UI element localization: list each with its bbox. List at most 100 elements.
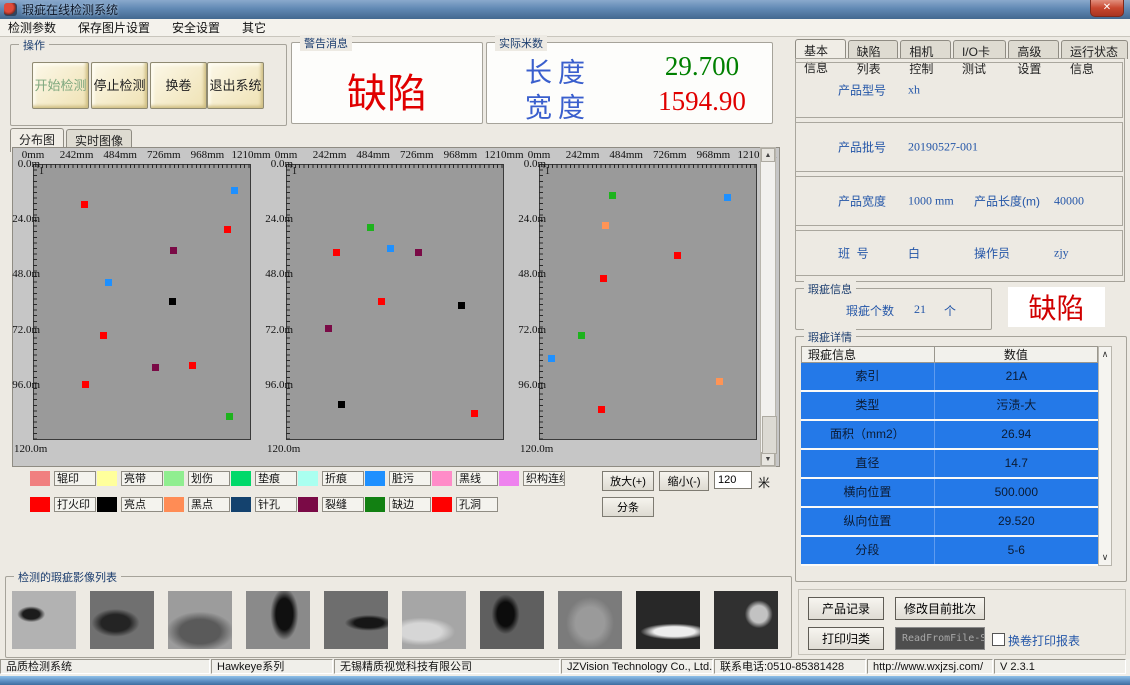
legend-label-划伤: 划伤	[188, 471, 230, 486]
op-button-3[interactable]: 退出系统	[207, 62, 264, 109]
menu-item-1[interactable]: 保存图片设置	[78, 19, 150, 36]
plot-scrollbar[interactable]: ▲▼	[760, 147, 776, 467]
defect-point[interactable]	[152, 364, 159, 371]
defect-point[interactable]	[325, 325, 332, 332]
print-report-checkbox[interactable]	[992, 633, 1005, 646]
defect-thumbnail-7[interactable]	[480, 591, 544, 649]
defect-point[interactable]	[82, 381, 89, 388]
tab-高级设置[interactable]: 高级设置	[1008, 40, 1059, 59]
defect-point[interactable]	[609, 192, 616, 199]
tab-运行状态信息[interactable]: 运行状态信息	[1061, 40, 1128, 59]
scroll-up-icon[interactable]: ▲	[761, 148, 775, 162]
table-row[interactable]: 类型污渍-大	[801, 392, 1098, 421]
defect-point[interactable]	[387, 245, 394, 252]
table-row[interactable]: 索引21A	[801, 363, 1098, 392]
defect-point[interactable]	[231, 187, 238, 194]
y-axis-label: 96.0m	[0, 379, 40, 391]
y-axis-label: 0.0m	[502, 158, 546, 170]
menu-item-3[interactable]: 其它	[242, 19, 266, 36]
defect-thumbnail-5[interactable]	[324, 591, 388, 649]
defect-thumbnail-9[interactable]	[636, 591, 700, 649]
modify-batch-button[interactable]: 修改目前批次	[895, 597, 985, 620]
field-value-产品批号: 20190527-001	[908, 140, 978, 155]
warning-group-title: 警告消息	[300, 35, 352, 51]
table-row[interactable]: 面积（mm2）26.94	[801, 421, 1098, 450]
table-cell-value: 5-6	[935, 537, 1098, 564]
defect-point[interactable]	[170, 247, 177, 254]
info-box-2: 产品宽度1000 mm产品长度(m)40000	[795, 176, 1123, 226]
defect-thumbnail-1[interactable]	[12, 591, 76, 649]
tab-相机控制[interactable]: 相机控制	[900, 40, 951, 59]
table-row[interactable]: 横向位置500.000	[801, 479, 1098, 508]
defect-thumbnail-10[interactable]	[714, 591, 778, 649]
defect-point[interactable]	[81, 201, 88, 208]
y-axis-label: 48.0m	[0, 268, 40, 280]
zoom-out-button[interactable]: 缩小(-)	[659, 471, 709, 491]
defect-point[interactable]	[415, 249, 422, 256]
defect-point[interactable]	[367, 224, 374, 231]
defect-point[interactable]	[724, 194, 731, 201]
defect-point[interactable]	[189, 362, 196, 369]
read-from-file-button[interactable]: ReadFromFile-SIM	[895, 627, 985, 650]
defect-thumbnail-3[interactable]	[168, 591, 232, 649]
taskbar-strip	[0, 676, 1130, 685]
op-button-1[interactable]: 停止检测	[91, 62, 148, 109]
right-panel-tabs: 基本信息缺陷列表相机控制I/O卡测试高级设置运行状态信息	[795, 40, 1130, 59]
close-icon[interactable]: ✕	[1090, 0, 1124, 17]
menu-item-0[interactable]: 检测参数	[8, 19, 56, 36]
legend-swatch-缺边	[365, 497, 385, 512]
defect-thumbnail-2[interactable]	[90, 591, 154, 649]
x-axis-label: 726mm	[653, 149, 687, 161]
tab-I/O卡测试[interactable]: I/O卡测试	[953, 40, 1006, 59]
defect-point[interactable]	[458, 302, 465, 309]
defect-point[interactable]	[333, 249, 340, 256]
table-scroll-down-icon[interactable]: ∨	[1099, 551, 1111, 564]
print-class-button[interactable]: 打印归类	[808, 627, 884, 650]
defect-thumbnail-4[interactable]	[246, 591, 310, 649]
table-scrollbar[interactable]: ∧ ∨	[1098, 346, 1112, 566]
op-button-2[interactable]: 换卷	[150, 62, 207, 109]
product-record-button[interactable]: 产品记录	[808, 597, 884, 620]
defect-point[interactable]	[600, 275, 607, 282]
tab-缺陷列表[interactable]: 缺陷列表	[848, 40, 899, 59]
legend-label-针孔: 针孔	[255, 497, 297, 512]
defect-point[interactable]	[674, 252, 681, 259]
menu-item-2[interactable]: 安全设置	[172, 19, 220, 36]
defect-point[interactable]	[226, 413, 233, 420]
y-axis-label: 120.0m	[520, 443, 553, 455]
defect-point[interactable]	[602, 222, 609, 229]
y-axis-label: 120.0m	[14, 443, 47, 455]
meter-row-0: 长度29.700	[487, 51, 772, 85]
scrollbar-thumb[interactable]	[762, 416, 777, 454]
app-icon	[4, 3, 17, 16]
scroll-down-icon[interactable]: ▼	[761, 452, 775, 466]
defect-thumbnail-8[interactable]	[558, 591, 622, 649]
plot-panel-2	[286, 164, 504, 440]
defect-point[interactable]	[471, 410, 478, 417]
table-row[interactable]: 直径14.7	[801, 450, 1098, 479]
defect-point[interactable]	[378, 298, 385, 305]
defect-point[interactable]	[338, 401, 345, 408]
defect-thumbnail-6[interactable]	[402, 591, 466, 649]
defect-point[interactable]	[100, 332, 107, 339]
flaw-count-unit: 个	[944, 302, 956, 319]
table-row[interactable]: 分段5-6	[801, 537, 1098, 566]
table-scroll-up-icon[interactable]: ∧	[1099, 348, 1111, 361]
field-label-班 号: 班 号	[838, 245, 869, 262]
zoom-in-button[interactable]: 放大(+)	[602, 471, 654, 491]
x-axis-ticks	[33, 164, 251, 168]
defect-point[interactable]	[224, 226, 231, 233]
warning-group: 警告消息 缺陷	[291, 42, 483, 124]
defect-point[interactable]	[548, 355, 555, 362]
op-button-0[interactable]: 开始检测	[32, 62, 89, 109]
tab-基本信息[interactable]: 基本信息	[795, 39, 846, 58]
defect-point[interactable]	[578, 332, 585, 339]
defect-point[interactable]	[169, 298, 176, 305]
defect-point[interactable]	[716, 378, 723, 385]
defect-point[interactable]	[105, 279, 112, 286]
defect-point[interactable]	[598, 406, 605, 413]
meters-input[interactable]	[714, 471, 752, 489]
table-row[interactable]: 纵向位置29.520	[801, 508, 1098, 537]
split-button[interactable]: 分条	[602, 497, 654, 517]
y-axis-label: 72.0m	[249, 324, 293, 336]
